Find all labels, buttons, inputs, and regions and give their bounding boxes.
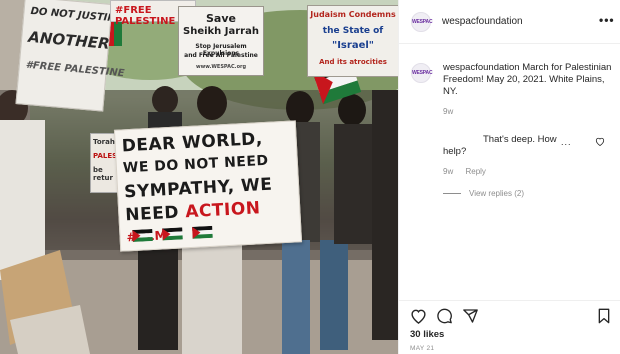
sign-torah-line2: PALES: [93, 152, 118, 160]
view-replies-label[interactable]: View replies (2): [469, 189, 524, 198]
main-sign-line4: NEED ACTION: [125, 198, 261, 225]
sign-save-line4: and Free All Palestine: [184, 52, 258, 59]
comment: That's deep. How ... help?: [443, 134, 583, 158]
post-side-panel: WESPAC wespacfoundation ••• WESPAC wespa…: [398, 0, 620, 354]
comment-meta: 9w Reply: [443, 167, 486, 176]
sign-jud-line2: the State of: [322, 26, 384, 36]
main-sign-line5: #PLM: [126, 225, 213, 244]
protest-sign-left: DO NOT JUSTIFY ANOTHER #FREE PALESTINE: [15, 0, 125, 112]
comment-time[interactable]: 9w: [443, 167, 453, 176]
protest-sign-main: DEAR WORLD, WE DO NOT NEED SYMPATHY, WE …: [113, 120, 303, 252]
sign-jud-line3: "Israel": [332, 40, 374, 51]
main-sign-flags: [132, 225, 213, 243]
sign-save-line2: Sheikh Jarrah: [183, 26, 259, 37]
post-actions: [399, 300, 620, 328]
main-sign-line4-black: NEED: [124, 202, 186, 226]
sign-torah-line1: Torah: [93, 138, 115, 146]
reply-button[interactable]: Reply: [465, 167, 485, 176]
comment-truncation: ...: [561, 137, 572, 147]
post-photo[interactable]: DO NOT JUSTIFY ANOTHER #FREE PALESTINE #…: [0, 0, 398, 354]
post-header: WESPAC wespacfoundation •••: [399, 0, 620, 44]
sign-left-line2: ANOTHER: [27, 27, 111, 53]
view-replies-button[interactable]: View replies (2): [443, 189, 524, 198]
caption: wespacfoundation March for Palestinian F…: [443, 62, 613, 98]
sign-left-line1: DO NOT JUSTIFY: [30, 5, 122, 25]
protest-sign-judaism: Judaism Condemns the State of "Israel" A…: [307, 5, 398, 77]
header-username[interactable]: wespacfoundation: [442, 16, 523, 27]
view-replies-divider: [443, 193, 461, 195]
main-sign-line4-red: ACTION: [184, 198, 261, 223]
caption-time[interactable]: 9w: [443, 107, 453, 116]
avatar[interactable]: WESPAC: [411, 12, 433, 32]
heart-icon[interactable]: [410, 308, 427, 324]
comment-like-heart-icon[interactable]: [595, 137, 605, 146]
comment-icon[interactable]: [436, 308, 453, 324]
sign-save-line5: www.WESPAC.org: [195, 64, 247, 70]
likes-count[interactable]: 30 likes: [410, 329, 444, 340]
caption-username[interactable]: wespacfoundation: [443, 62, 520, 73]
caption-avatar[interactable]: WESPAC: [411, 63, 433, 83]
bookmark-icon[interactable]: [597, 308, 611, 324]
post-date[interactable]: MAY 21: [410, 345, 434, 352]
main-sign-line2: WE DO NOT NEED: [122, 152, 269, 177]
share-icon[interactable]: [462, 308, 479, 324]
sign-save-line1: Save: [206, 12, 236, 25]
main-sign-line1: DEAR WORLD,: [121, 129, 264, 157]
protest-sign-sheikh-jarrah: Save Sheikh Jarrah Stop Jerusalem Expuls…: [178, 6, 264, 76]
sign-jud-line4: And its atrocities: [319, 58, 387, 66]
sign-jud-line1: Judaism Condemns: [310, 10, 396, 19]
more-horizontal-icon[interactable]: •••: [599, 13, 615, 27]
